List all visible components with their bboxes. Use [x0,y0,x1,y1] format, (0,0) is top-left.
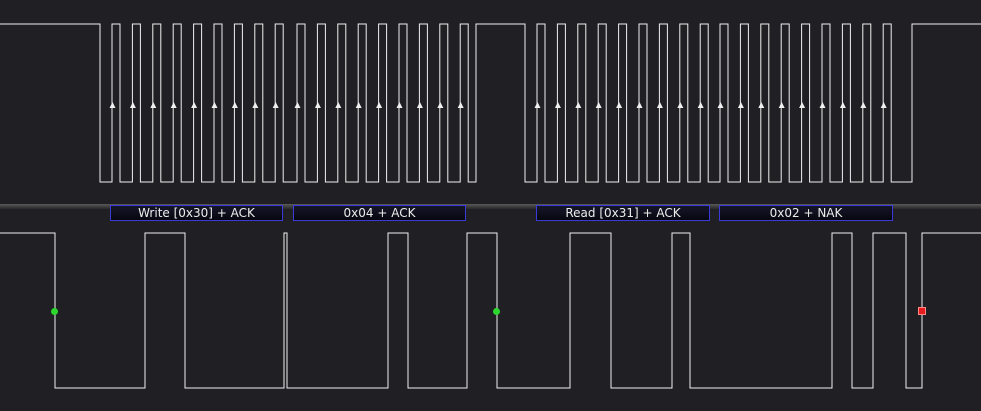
sample-arrow-icon [355,102,362,108]
sample-arrow-icon [656,102,663,108]
decoded-frame-write-address[interactable]: Write [0x30] + ACK [110,205,283,221]
sample-arrow-icon [211,102,218,108]
sample-arrow-icon [437,102,444,108]
sample-arrow-icon [636,102,643,108]
decoded-frame-data-byte-2[interactable]: 0x02 + NAK [719,205,893,221]
sample-arrow-icon [231,102,238,108]
sample-arrow-icon [616,102,623,108]
sample-arrow-icon [416,102,423,108]
sample-arrow-icon [109,102,116,108]
sample-arrow-icon [575,102,582,108]
sample-arrow-icon [778,102,785,108]
sample-arrow-icon [335,102,342,108]
sample-arrow-icon [191,102,198,108]
sample-arrow-icon [677,102,684,108]
sample-arrow-icon [697,102,704,108]
sample-arrow-icon [717,102,724,108]
data-trace [0,232,981,389]
sample-arrow-icon [880,102,887,108]
sample-arrow-icon [819,102,826,108]
sample-arrow-icon [294,102,301,108]
clock-channel [0,23,981,183]
sample-arrow-icon [272,102,279,108]
repeated-start-marker-icon[interactable] [493,308,500,315]
decoded-frame-read-address[interactable]: Read [0x31] + ACK [536,205,710,221]
sample-arrow-icon [314,102,321,108]
decoded-frame-data-byte-1[interactable]: 0x04 + ACK [293,205,466,221]
sample-arrow-icon [799,102,806,108]
stop-condition-marker-icon[interactable] [918,307,926,315]
sample-arrow-icon [129,102,136,108]
sample-arrow-icon [457,102,464,108]
sample-arrow-icon [860,102,867,108]
sample-arrow-icon [150,102,157,108]
sample-arrow-icon [170,102,177,108]
sample-arrow-icon [595,102,602,108]
data-channel [0,232,981,389]
sample-arrow-icon [376,102,383,108]
sample-arrow-icon [534,102,541,108]
clock-trace [0,23,981,183]
sample-arrow-icon [554,102,561,108]
sample-arrow-icon [839,102,846,108]
sample-arrow-icon [758,102,765,108]
start-condition-marker-icon[interactable] [51,308,58,315]
sample-arrow-icon [737,102,744,108]
logic-analyzer-view: Write [0x30] + ACK 0x04 + ACK Read [0x31… [0,0,981,411]
sample-arrow-icon [252,102,259,108]
sample-arrow-icon [396,102,403,108]
